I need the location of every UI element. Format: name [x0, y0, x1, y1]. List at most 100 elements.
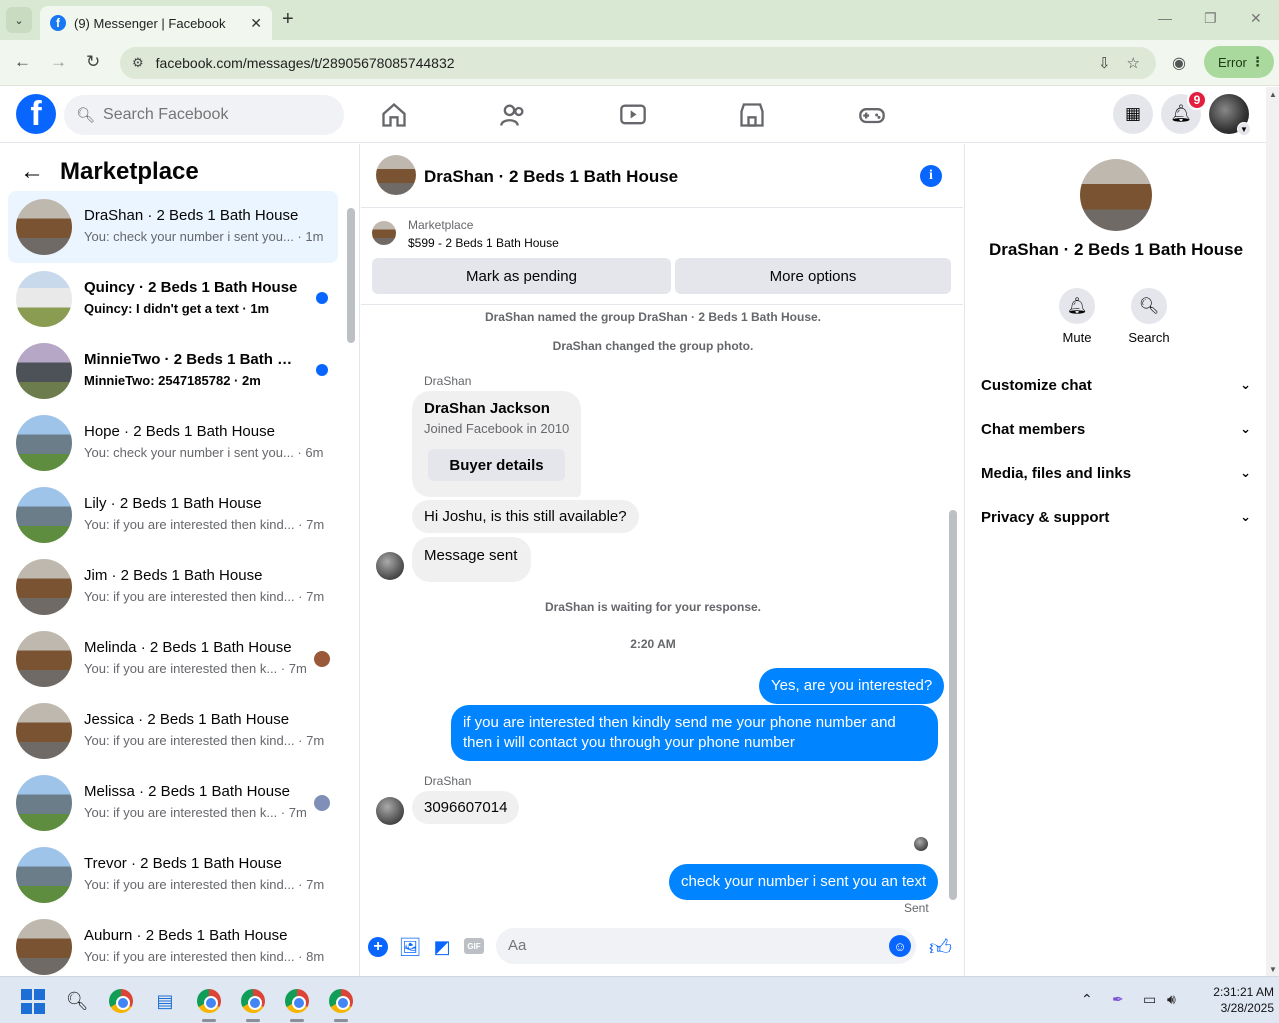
chrome-profile-icon[interactable]: [284, 988, 310, 1014]
conversation-item[interactable]: Quincy · 2 Beds 1 Bath House Quincy: I di…: [8, 263, 338, 335]
listing-thumbnail[interactable]: [372, 221, 396, 245]
mark-as-pending-button[interactable]: Mark as pending: [372, 258, 671, 294]
notepad-icon[interactable]: ▤: [152, 988, 178, 1014]
conversation-item[interactable]: Melissa · 2 Beds 1 Bath House You: if you…: [8, 767, 338, 839]
search-icon[interactable]: 🔍︎: [64, 988, 90, 1014]
info-icon[interactable]: i: [920, 165, 942, 187]
bookmark-star-icon[interactable]: ☆: [1127, 54, 1140, 72]
chevron-down-icon: ⌄: [1240, 421, 1251, 436]
media-files-links-row[interactable]: Media, files and links ⌄: [981, 465, 1251, 482]
window-close-icon[interactable]: ✕: [1250, 10, 1262, 27]
search-input[interactable]: [103, 106, 324, 124]
menu-kebab-icon[interactable]: ⋮: [1251, 54, 1264, 70]
sender-avatar[interactable]: [376, 797, 404, 825]
chat-title[interactable]: DraShan · 2 Beds 1 Bath House: [424, 167, 678, 187]
pen-app-icon[interactable]: ✒: [1112, 991, 1124, 1008]
search-chat-button[interactable]: 🔍︎ Search: [1119, 288, 1179, 345]
conversation-name: Lily · 2 Beds 1 Bath House: [84, 495, 262, 512]
network-icon[interactable]: ▭: [1143, 991, 1156, 1008]
conversation-item[interactable]: Melinda · 2 Beds 1 Bath House You: if you…: [8, 623, 338, 695]
chat-members-row[interactable]: Chat members ⌄: [981, 421, 1251, 438]
outgoing-message[interactable]: if you are interested then kindly send m…: [451, 705, 938, 761]
emoji-icon[interactable]: ☺: [889, 935, 911, 957]
conversation-list: DraShan · 2 Beds 1 Bath House You: check …: [8, 191, 338, 983]
conversation-item[interactable]: Lily · 2 Beds 1 Bath House You: if you ar…: [8, 479, 338, 551]
buyer-details-button[interactable]: Buyer details: [428, 449, 565, 481]
windows-taskbar: 🔍︎ ▤ ⌃ ✒ ▭ 🔊︎ 2:31:21 AM 3/28/2025: [0, 976, 1279, 1023]
thread-scrollbar[interactable]: [949, 510, 957, 900]
home-icon[interactable]: [380, 101, 408, 129]
plus-icon[interactable]: +: [368, 937, 388, 957]
back-arrow-icon[interactable]: ←: [20, 158, 44, 186]
url-omnibox[interactable]: ⚙ facebook.com/messages/t/28905678085744…: [120, 47, 1156, 79]
conversation-item[interactable]: Hope · 2 Beds 1 Bath House You: check you…: [8, 407, 338, 479]
windows-start-icon[interactable]: [20, 988, 46, 1014]
marketplace-icon[interactable]: [738, 101, 766, 129]
notification-badge: 9: [1187, 90, 1207, 110]
incoming-message[interactable]: Message sent: [412, 537, 532, 582]
gif-icon[interactable]: GIF: [464, 938, 484, 954]
forward-icon[interactable]: →: [50, 52, 67, 72]
message-input[interactable]: [508, 937, 868, 954]
conversation-preview: Quincy: I didn't get a text · 1m: [84, 301, 270, 316]
outgoing-message[interactable]: Yes, are you interested?: [759, 668, 945, 704]
read-receipt-avatar: [314, 795, 330, 811]
customize-chat-row[interactable]: Customize chat ⌄: [981, 377, 1251, 394]
conversation-item[interactable]: Jim · 2 Beds 1 Bath House You: if you are…: [8, 551, 338, 623]
facebook-favicon-icon: f: [50, 15, 66, 31]
thumbs-up-icon[interactable]: 👍︎: [929, 934, 952, 961]
privacy-support-row[interactable]: Privacy & support ⌄: [981, 509, 1251, 526]
message-input-box[interactable]: ☺: [496, 928, 916, 964]
tab-close-icon[interactable]: ✕: [250, 15, 262, 32]
conversation-panel: ← Marketplace DraShan · 2 Beds 1 Bath Ho…: [0, 144, 360, 976]
chrome-profile-icon[interactable]: [196, 988, 222, 1014]
browser-tab[interactable]: f (9) Messenger | Facebook ✕: [40, 6, 272, 40]
account-avatar[interactable]: ▼: [1209, 94, 1251, 136]
page-scrollbar[interactable]: ▲ ▼: [1266, 87, 1279, 976]
sender-avatar[interactable]: [376, 552, 404, 580]
tab-search-chevron-icon[interactable]: ⌄: [6, 7, 32, 33]
install-app-icon[interactable]: ⇩: [1098, 54, 1111, 72]
gaming-icon[interactable]: [858, 101, 886, 129]
conversation-preview: You: if you are interested then k... · 7…: [84, 661, 307, 676]
video-icon[interactable]: [619, 101, 647, 129]
conversation-item[interactable]: Trevor · 2 Beds 1 Bath House You: if you …: [8, 839, 338, 911]
scroll-up-icon[interactable]: ▲: [1269, 90, 1277, 99]
conversation-item[interactable]: MinnieTwo · 2 Beds 1 Bath Ho... MinnieTwo…: [8, 335, 338, 407]
mute-button[interactable]: 🔔︎ Mute: [1047, 288, 1107, 345]
show-hidden-icons-icon[interactable]: ⌃: [1081, 991, 1093, 1008]
site-info-icon[interactable]: ⚙: [132, 55, 144, 71]
sticker-icon[interactable]: ◩: [431, 936, 453, 958]
friends-icon[interactable]: [499, 101, 527, 129]
more-options-button[interactable]: More options: [675, 258, 951, 294]
chrome-profile-icon[interactable]: [240, 988, 266, 1014]
chrome-profile-icon[interactable]: [328, 988, 354, 1014]
profile-icon[interactable]: ◉: [1172, 53, 1186, 73]
incoming-message[interactable]: Hi Joshu, is this still available?: [412, 500, 639, 533]
error-button[interactable]: Error ⋮: [1204, 46, 1274, 78]
list-scrollbar[interactable]: [347, 208, 355, 343]
volume-icon[interactable]: 🔊︎: [1167, 991, 1176, 1008]
facebook-search[interactable]: 🔍︎: [64, 95, 344, 135]
facebook-logo-icon[interactable]: f: [16, 94, 56, 134]
listing-price[interactable]: $599 - 2 Beds 1 Bath House: [408, 236, 559, 250]
incoming-message[interactable]: 3096607014: [412, 791, 520, 824]
conversation-item[interactable]: Jessica · 2 Beds 1 Bath House You: if you…: [8, 695, 338, 767]
outgoing-message[interactable]: check your number i sent you an text: [669, 864, 939, 900]
reload-icon[interactable]: ↻: [86, 52, 100, 72]
chrome-icon[interactable]: [108, 988, 134, 1014]
group-avatar[interactable]: [1080, 159, 1152, 231]
system-clock[interactable]: 2:31:21 AM 3/28/2025: [1184, 984, 1274, 1016]
scroll-down-icon[interactable]: ▼: [1269, 965, 1277, 974]
photo-icon[interactable]: 🖼︎: [399, 936, 422, 958]
new-tab-icon[interactable]: +: [282, 8, 294, 31]
conversation-item[interactable]: Auburn · 2 Beds 1 Bath House You: if you …: [8, 911, 338, 983]
menu-grid-icon[interactable]: ▦: [1113, 94, 1153, 134]
chat-avatar[interactable]: [376, 155, 416, 195]
conversation-name: Jim · 2 Beds 1 Bath House: [84, 567, 263, 584]
back-icon[interactable]: ←: [14, 52, 31, 72]
restore-icon[interactable]: ❐: [1204, 10, 1217, 27]
conversation-item[interactable]: DraShan · 2 Beds 1 Bath House You: check …: [8, 191, 338, 263]
minimize-icon[interactable]: —: [1158, 10, 1172, 26]
url-text[interactable]: facebook.com/messages/t/2890567808574483…: [156, 55, 1098, 71]
